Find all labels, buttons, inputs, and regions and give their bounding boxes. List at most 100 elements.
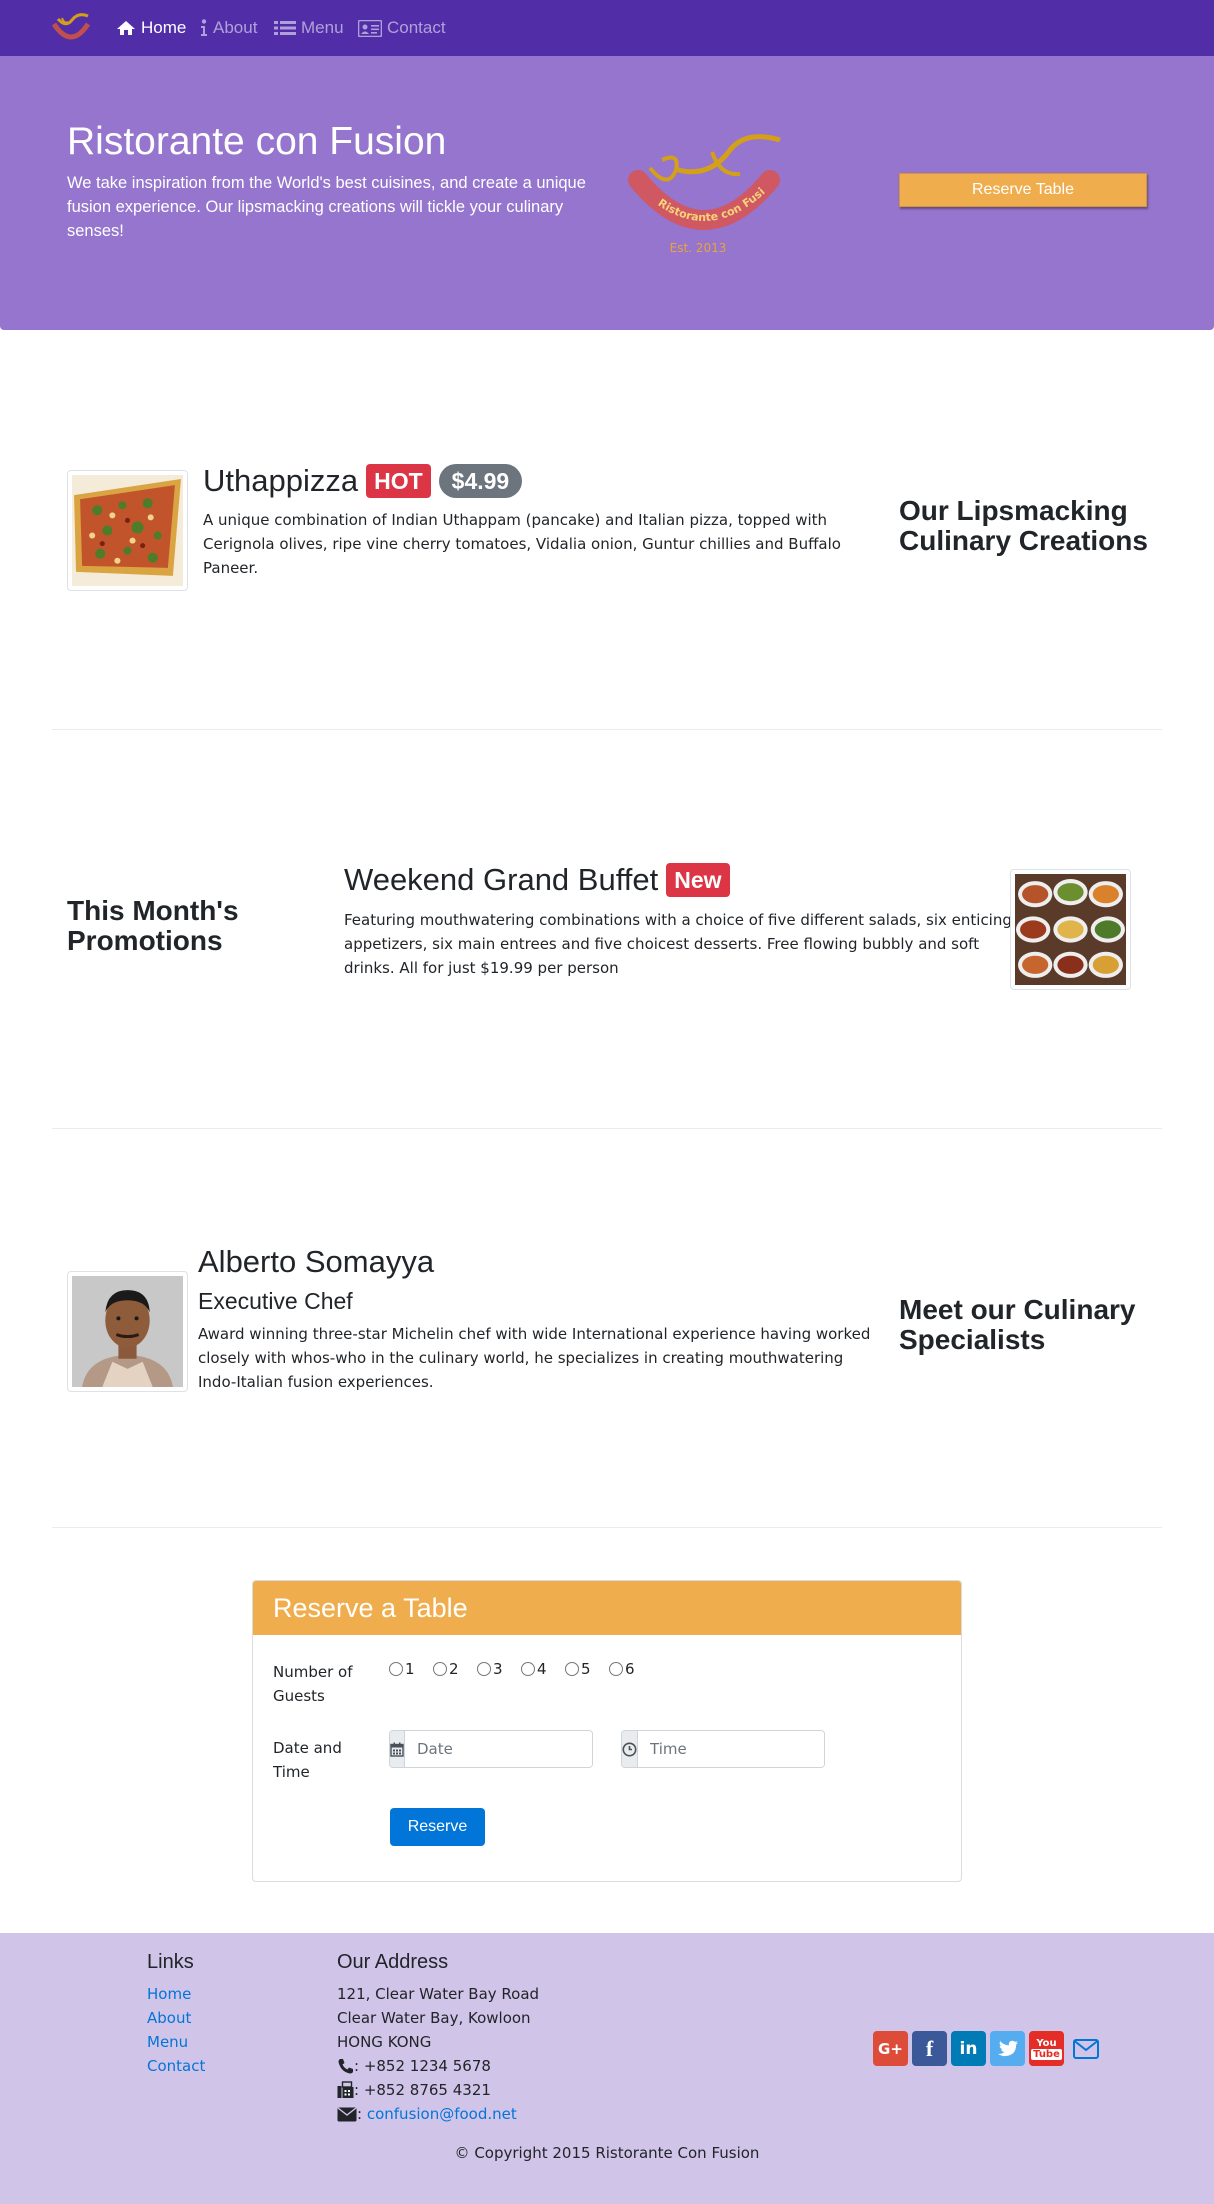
email-line: : confusion@food.net — [337, 2105, 517, 2123]
logo-est-text: Est. 2013 — [670, 241, 727, 255]
reserve-button[interactable]: Reserve — [390, 1808, 485, 1846]
radio-circle[interactable] — [521, 1662, 535, 1676]
restaurant-logo: Ristorante con Fusion Ristorante con Fus… — [620, 130, 781, 255]
footer-link-contact[interactable]: Contact — [147, 2057, 205, 2075]
facebook-icon[interactable]: f — [912, 2031, 947, 2066]
home-icon — [117, 21, 135, 35]
calendar-icon — [390, 1731, 405, 1767]
nav-contact[interactable]: Contact — [358, 0, 446, 56]
promotion-section-heading: This Month's Promotions — [67, 895, 239, 956]
guest-option-label: 2 — [449, 1660, 459, 1678]
nav-label-home: Home — [141, 18, 187, 37]
promotion-name: Weekend Grand Buffet — [344, 862, 659, 897]
footer-links-title: Links — [147, 1951, 194, 1973]
new-badge: New — [666, 863, 730, 897]
social-buttons: G+ f in You Tube — [873, 2031, 1103, 2066]
promotion-image — [1010, 869, 1131, 990]
leader-designation: Executive Chef — [198, 1288, 353, 1314]
dish-section-heading: Our Lipsmacking Culinary Creations — [899, 495, 1148, 556]
list-icon — [274, 21, 296, 35]
reserve-card-title: Reserve a Table — [273, 1593, 468, 1623]
promotion-description: Featuring mouthwatering combinations wit… — [344, 911, 1012, 977]
address-line: HONG KONG — [337, 2033, 432, 2051]
footer-address-title: Our Address — [337, 1951, 449, 1973]
leader-name: Alberto Somayya — [198, 1244, 435, 1279]
guest-option-2[interactable]: 2 — [433, 1660, 459, 1678]
date-input-group — [389, 1730, 593, 1768]
radio-circle[interactable] — [609, 1662, 623, 1676]
price-badge: $4.99 — [438, 464, 523, 498]
phone-icon — [338, 2059, 353, 2074]
radio-circle[interactable] — [433, 1662, 447, 1676]
brand-logo[interactable] — [48, 10, 94, 46]
nav-label-menu: Menu — [301, 18, 344, 37]
nav-menu[interactable]: Menu — [274, 0, 344, 56]
time-input-group — [621, 1730, 825, 1768]
navbar: Home About Menu Contact — [0, 0, 1214, 56]
envelope-icon — [337, 2106, 357, 2121]
mail-icon[interactable] — [1068, 2031, 1103, 2066]
guest-option-label: 5 — [581, 1660, 591, 1678]
fax-text: : +852 8765 4321 — [354, 2081, 491, 2099]
twitter-icon[interactable] — [990, 2031, 1025, 2066]
copyright: © Copyright 2015 Ristorante Con Fusion — [454, 2144, 760, 2162]
fax-icon — [337, 2081, 354, 2098]
info-icon — [201, 19, 207, 36]
reserve-card: Reserve a Table Number of Guests 1 2 3 4… — [252, 1580, 962, 1882]
nav-label-contact: Contact — [387, 18, 446, 37]
leader-section-heading: Meet our Culinary Specialists — [899, 1294, 1136, 1355]
phone-line: : +852 1234 5678 — [337, 2057, 491, 2075]
dish-image — [67, 470, 188, 591]
guest-option-3[interactable]: 3 — [477, 1660, 503, 1678]
footer-link-about[interactable]: About — [147, 2009, 191, 2027]
address-card-icon — [358, 19, 382, 37]
divider — [52, 729, 1162, 730]
datetime-label: Date and Time — [273, 1739, 342, 1781]
buffet-image — [1015, 874, 1126, 985]
address-line: Clear Water Bay, Kowloon — [337, 2009, 531, 2027]
time-input[interactable] — [638, 1731, 824, 1767]
email-prefix: : — [357, 2105, 363, 2123]
guest-option-label: 1 — [405, 1660, 415, 1678]
hot-badge: HOT — [366, 464, 431, 498]
divider — [52, 1128, 1162, 1129]
fax-line: : +852 8765 4321 — [337, 2081, 491, 2099]
guest-option-label: 3 — [493, 1660, 503, 1678]
leader-description: Award winning three-star Michelin chef w… — [198, 1325, 871, 1391]
jumbotron-title: Ristorante con Fusion — [67, 120, 447, 163]
guest-option-label: 6 — [625, 1660, 635, 1678]
leader-image — [67, 1271, 188, 1392]
divider — [52, 1527, 1162, 1528]
dish-title: Uthappizza HOT $4.99 — [203, 460, 523, 502]
youtube-icon[interactable]: You Tube — [1029, 2031, 1064, 2066]
pizza-image — [72, 475, 183, 586]
nav-home[interactable]: Home — [116, 0, 186, 56]
jumbotron: Ristorante con Fusion We take inspiratio… — [0, 56, 1214, 330]
guest-option-1[interactable]: 1 — [389, 1660, 415, 1678]
footer-link-menu[interactable]: Menu — [147, 2033, 188, 2051]
guest-option-5[interactable]: 5 — [565, 1660, 591, 1678]
linkedin-icon[interactable]: in — [951, 2031, 986, 2066]
guest-option-6[interactable]: 6 — [609, 1660, 635, 1678]
nav-about[interactable]: About — [200, 0, 257, 56]
chef-portrait-image — [72, 1276, 183, 1387]
radio-circle[interactable] — [477, 1662, 491, 1676]
radio-circle[interactable] — [389, 1662, 403, 1676]
guests-label: Number of Guests — [273, 1663, 353, 1705]
promotion-title: Weekend Grand Buffet New — [344, 859, 730, 901]
date-input[interactable] — [405, 1731, 592, 1767]
guest-option-label: 4 — [537, 1660, 547, 1678]
guest-option-4[interactable]: 4 — [521, 1660, 547, 1678]
email-link[interactable]: confusion@food.net — [367, 2105, 517, 2123]
phone-text: : +852 1234 5678 — [354, 2057, 491, 2075]
google-plus-icon[interactable]: G+ — [873, 2031, 908, 2066]
footer-link-home[interactable]: Home — [147, 1985, 191, 2003]
clock-icon — [622, 1731, 638, 1767]
reserve-card-header: Reserve a Table — [253, 1581, 961, 1635]
reserve-table-button[interactable]: Reserve Table — [899, 173, 1147, 207]
dish-description: A unique combination of Indian Uthappam … — [203, 511, 841, 577]
nav-label-about: About — [213, 18, 258, 37]
dish-name: Uthappizza — [203, 463, 359, 498]
radio-circle[interactable] — [565, 1662, 579, 1676]
jumbotron-text: We take inspiration from the World's bes… — [67, 174, 586, 240]
